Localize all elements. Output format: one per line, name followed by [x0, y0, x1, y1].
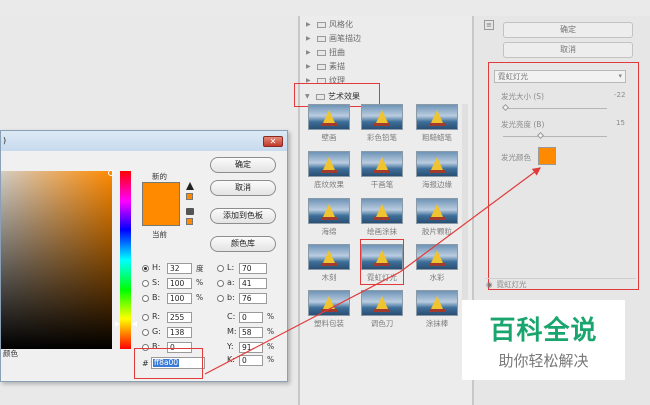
arrow-line-1	[204, 271, 401, 375]
arrow-line-2	[399, 167, 541, 273]
app-window: ▶ 风格化 ▶ 画笔描边 ▶ 扭曲 ▶ 素描 ▶ 纹理 ▼ 艺术效果 壁画 彩色铅笔 粗糙蜡笔底…	[0, 0, 650, 405]
watermark-subtitle: 助你轻松解决	[498, 352, 589, 370]
watermark-title: 百科全说	[489, 316, 598, 346]
